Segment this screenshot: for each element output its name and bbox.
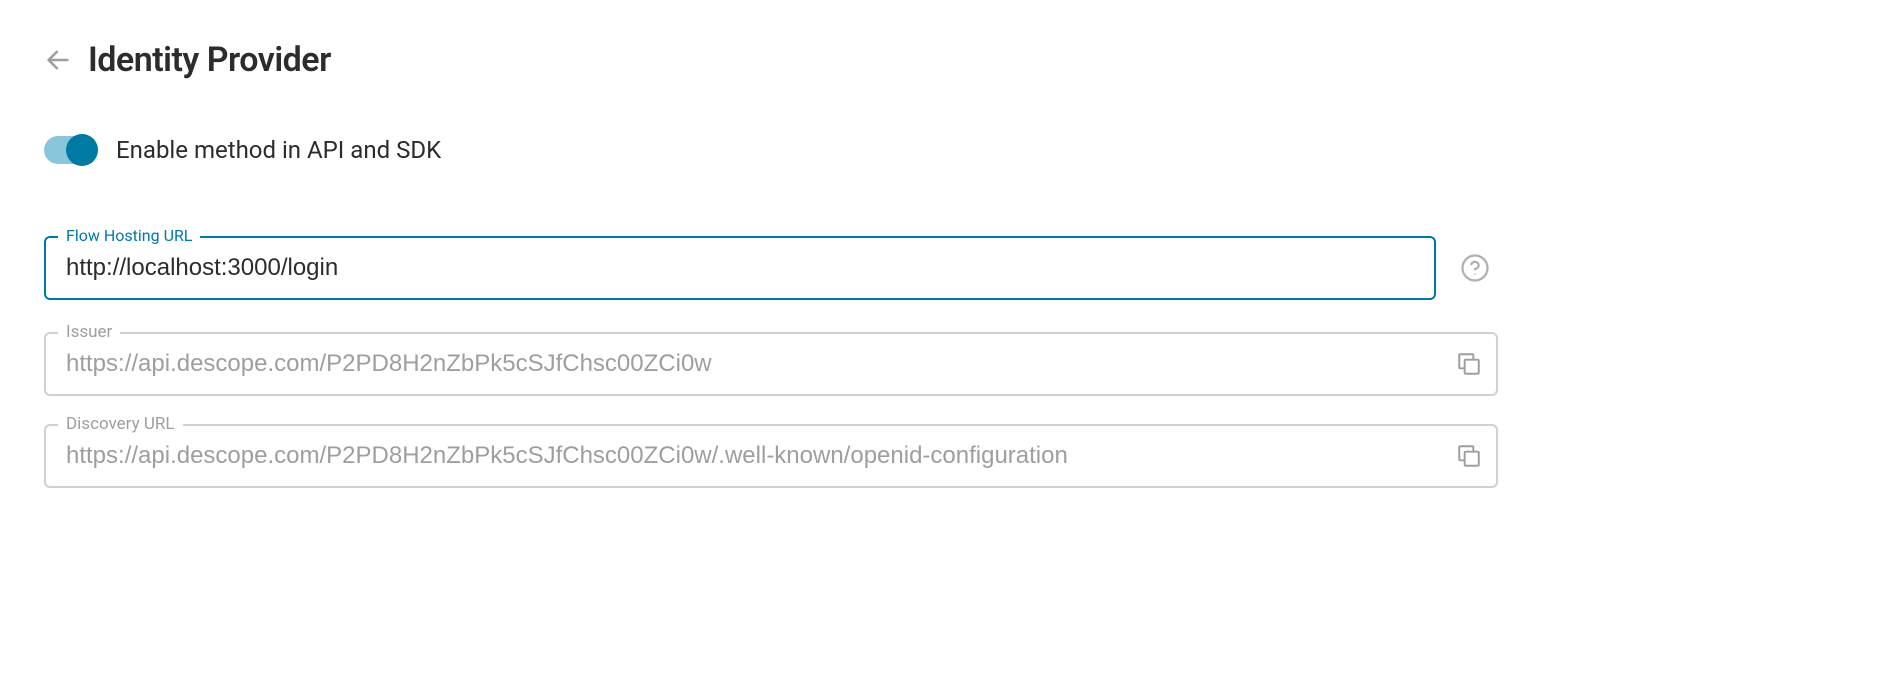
copy-discovery-url-icon[interactable] xyxy=(1456,443,1482,469)
discovery-url-row: Discovery URL xyxy=(44,424,1836,488)
toggle-thumb xyxy=(66,134,98,166)
flow-hosting-url-input[interactable] xyxy=(44,236,1436,300)
enable-method-toggle[interactable] xyxy=(44,136,96,164)
page-title: Identity Provider xyxy=(88,40,331,80)
enable-method-toggle-row: Enable method in API and SDK xyxy=(44,136,1836,164)
flow-hosting-url-row: Flow Hosting URL xyxy=(44,236,1836,300)
discovery-url-field: Discovery URL xyxy=(44,424,1498,488)
back-arrow-icon[interactable] xyxy=(44,46,72,74)
help-icon[interactable] xyxy=(1460,253,1492,283)
issuer-row: Issuer xyxy=(44,332,1836,396)
issuer-label: Issuer xyxy=(58,322,120,342)
discovery-url-label: Discovery URL xyxy=(58,414,183,434)
page-header: Identity Provider xyxy=(44,40,1836,80)
issuer-field: Issuer xyxy=(44,332,1498,396)
flow-hosting-url-field: Flow Hosting URL xyxy=(44,236,1436,300)
copy-issuer-icon[interactable] xyxy=(1456,351,1482,377)
discovery-url-input[interactable] xyxy=(44,424,1498,488)
issuer-input[interactable] xyxy=(44,332,1498,396)
enable-method-label: Enable method in API and SDK xyxy=(116,136,441,164)
flow-hosting-url-label: Flow Hosting URL xyxy=(58,226,200,245)
